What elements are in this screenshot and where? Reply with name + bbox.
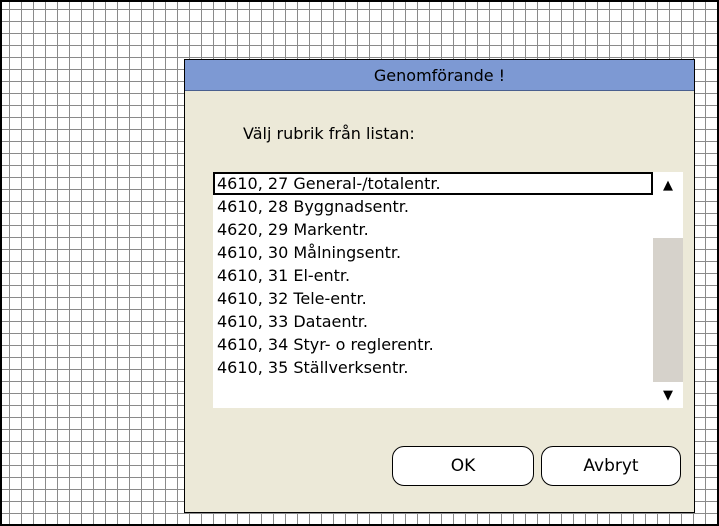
dialog-prompt: Välj rubrik från listan: bbox=[243, 124, 415, 143]
heading-listbox[interactable]: 4610, 27 General-/totalentr. 4610, 28 By… bbox=[213, 172, 683, 408]
list-item[interactable]: 4610, 33 Dataentr. bbox=[213, 310, 653, 333]
list-item[interactable]: 4610, 28 Byggnadsentr. bbox=[213, 195, 653, 218]
scrollbar-track[interactable] bbox=[653, 238, 683, 382]
list-item[interactable]: 4610, 35 Ställverksentr. bbox=[213, 356, 653, 379]
dialog-titlebar: Genomförande ! bbox=[185, 60, 694, 91]
list-item[interactable]: 4620, 29 Markentr. bbox=[213, 218, 653, 241]
list-item[interactable]: 4610, 30 Målningsentr. bbox=[213, 241, 653, 264]
listbox-scrollbar[interactable]: ▲ ▼ bbox=[653, 172, 683, 408]
cancel-button[interactable]: Avbryt bbox=[541, 446, 681, 486]
list-item[interactable]: 4610, 34 Styr- o reglerentr. bbox=[213, 333, 653, 356]
genomforande-dialog: Genomförande ! Välj rubrik från listan: … bbox=[184, 59, 695, 513]
scroll-down-icon[interactable]: ▼ bbox=[653, 382, 683, 408]
list-item[interactable]: 4610, 31 El-entr. bbox=[213, 264, 653, 287]
scroll-up-icon[interactable]: ▲ bbox=[653, 172, 683, 198]
list-item[interactable]: 4610, 32 Tele-entr. bbox=[213, 287, 653, 310]
listbox-rows: 4610, 27 General-/totalentr. 4610, 28 By… bbox=[213, 172, 653, 379]
ok-button[interactable]: OK bbox=[392, 446, 534, 486]
dialog-title: Genomförande ! bbox=[373, 65, 506, 85]
list-item-selected[interactable]: 4610, 27 General-/totalentr. bbox=[213, 172, 653, 195]
